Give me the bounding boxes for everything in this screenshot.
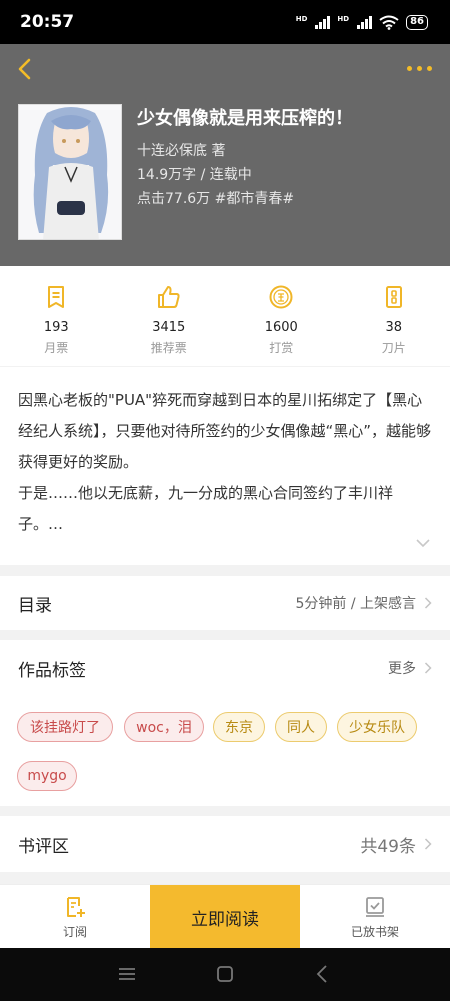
network-type-2: HD bbox=[337, 14, 350, 23]
bottom-action-bar: 订阅 立即阅读 已放书架 bbox=[0, 884, 450, 949]
stat-label: 打赏 bbox=[269, 341, 294, 355]
tags-more-label: 更多 bbox=[388, 661, 416, 677]
book-author[interactable]: 十连必保底 著 bbox=[137, 140, 225, 160]
blade-icon bbox=[385, 286, 402, 308]
cover-illustration bbox=[19, 105, 121, 239]
status-time: 20:57 bbox=[20, 12, 75, 32]
synopsis-text: 因黑心老板的"PUA"猝死而穿越到日本的星川拓绑定了【黑心经纪人系统】，只要他对… bbox=[18, 391, 432, 533]
chevron-right-icon bbox=[424, 838, 432, 850]
ticket-icon bbox=[48, 286, 65, 308]
catalog-row[interactable]: 目录 5分钟前 / 上架感言 bbox=[0, 576, 450, 630]
stat-value: 3415 bbox=[152, 320, 186, 335]
tag-chip[interactable]: woc，泪 bbox=[124, 712, 204, 742]
chevron-right-icon bbox=[424, 597, 432, 609]
stat-value: 193 bbox=[43, 320, 69, 335]
system-back-icon[interactable] bbox=[316, 965, 328, 983]
recent-apps-icon[interactable] bbox=[118, 967, 136, 981]
tags-more-button[interactable]: 更多 bbox=[388, 658, 432, 678]
stat-recommend-ticket[interactable]: 3415 推荐票 bbox=[113, 266, 226, 366]
wifi-icon bbox=[379, 15, 399, 30]
tags-header-row: 作品标签 更多 bbox=[0, 640, 450, 696]
bookshelf-check-icon bbox=[366, 896, 384, 917]
tags-list: 该挂路灯了 woc，泪 东京 同人 少女乐队 mygo bbox=[0, 696, 450, 806]
catalog-title: 目录 bbox=[18, 595, 52, 616]
network-type-1: HD bbox=[295, 14, 308, 23]
home-icon[interactable] bbox=[216, 965, 234, 983]
tag-chip[interactable]: 同人 bbox=[275, 712, 327, 742]
synopsis-panel[interactable]: 因黑心老板的"PUA"猝死而穿越到日本的星川拓绑定了【黑心经纪人系统】，只要他对… bbox=[0, 367, 450, 565]
back-arrow-icon[interactable] bbox=[14, 56, 36, 82]
reviews-row[interactable]: 书评区 共49条 bbox=[0, 816, 450, 872]
reviews-count: 共49条 bbox=[360, 836, 416, 857]
reviews-title: 书评区 bbox=[18, 836, 69, 857]
book-cover[interactable] bbox=[18, 104, 122, 240]
book-meta: 14.9万字 / 连载中 bbox=[137, 167, 252, 183]
catalog-status: 5分钟前 / 上架感言 bbox=[295, 593, 432, 613]
latest-chapter: 5分钟前 / 上架感言 bbox=[295, 596, 416, 612]
signal-icon-2 bbox=[357, 15, 373, 29]
stat-blade[interactable]: 38 刀片 bbox=[338, 266, 450, 366]
stat-monthly-ticket[interactable]: 193 月票 bbox=[0, 266, 113, 366]
book-title: 少女偶像就是用来压榨的！ bbox=[137, 108, 353, 129]
subscribe-button[interactable]: 订阅 bbox=[0, 885, 150, 949]
tag-chip[interactable]: 少女乐队 bbox=[337, 712, 417, 742]
system-navigation-bar bbox=[0, 948, 450, 1001]
subscribe-icon bbox=[67, 896, 85, 917]
stat-value: 38 bbox=[385, 320, 403, 335]
reviews-count-wrap: 共49条 bbox=[360, 832, 432, 857]
tag-chip[interactable]: 该挂路灯了 bbox=[17, 712, 113, 742]
stat-label: 推荐票 bbox=[150, 341, 187, 355]
status-bar: 20:57 HD HD 86 bbox=[0, 0, 450, 44]
thumbs-up-icon bbox=[157, 286, 180, 308]
tag-chip[interactable]: 东京 bbox=[213, 712, 265, 742]
stat-reward[interactable]: 1600 打赏 bbox=[225, 266, 338, 366]
tag-chip[interactable]: mygo bbox=[17, 761, 77, 791]
book-clicks-and-category: 点击77.6万 #都市青春# bbox=[137, 191, 295, 207]
bookshelf-label: 已放书架 bbox=[350, 924, 399, 939]
read-now-button[interactable]: 立即阅读 bbox=[150, 885, 300, 949]
tags-title: 作品标签 bbox=[18, 660, 86, 681]
stat-label: 刀片 bbox=[381, 341, 406, 355]
reward-coin-icon bbox=[269, 285, 293, 309]
chevron-down-icon[interactable] bbox=[416, 539, 430, 548]
subscribe-label: 订阅 bbox=[62, 924, 87, 939]
signal-icon bbox=[315, 15, 331, 29]
book-stats: 193 月票 3415 推荐票 1600 打赏 38 刀片 bbox=[0, 266, 450, 366]
chevron-right-icon bbox=[424, 662, 432, 674]
stat-label: 月票 bbox=[44, 341, 69, 355]
status-icons: HD HD 86 bbox=[295, 14, 428, 30]
stat-value: 1600 bbox=[264, 320, 298, 335]
book-header: 少女偶像就是用来压榨的！ 十连必保底 著 14.9万字 / 连载中 点击77.6… bbox=[0, 44, 450, 266]
bookshelf-button[interactable]: 已放书架 bbox=[300, 885, 450, 949]
battery-indicator: 86 bbox=[406, 14, 428, 30]
more-options-icon[interactable] bbox=[407, 66, 432, 71]
